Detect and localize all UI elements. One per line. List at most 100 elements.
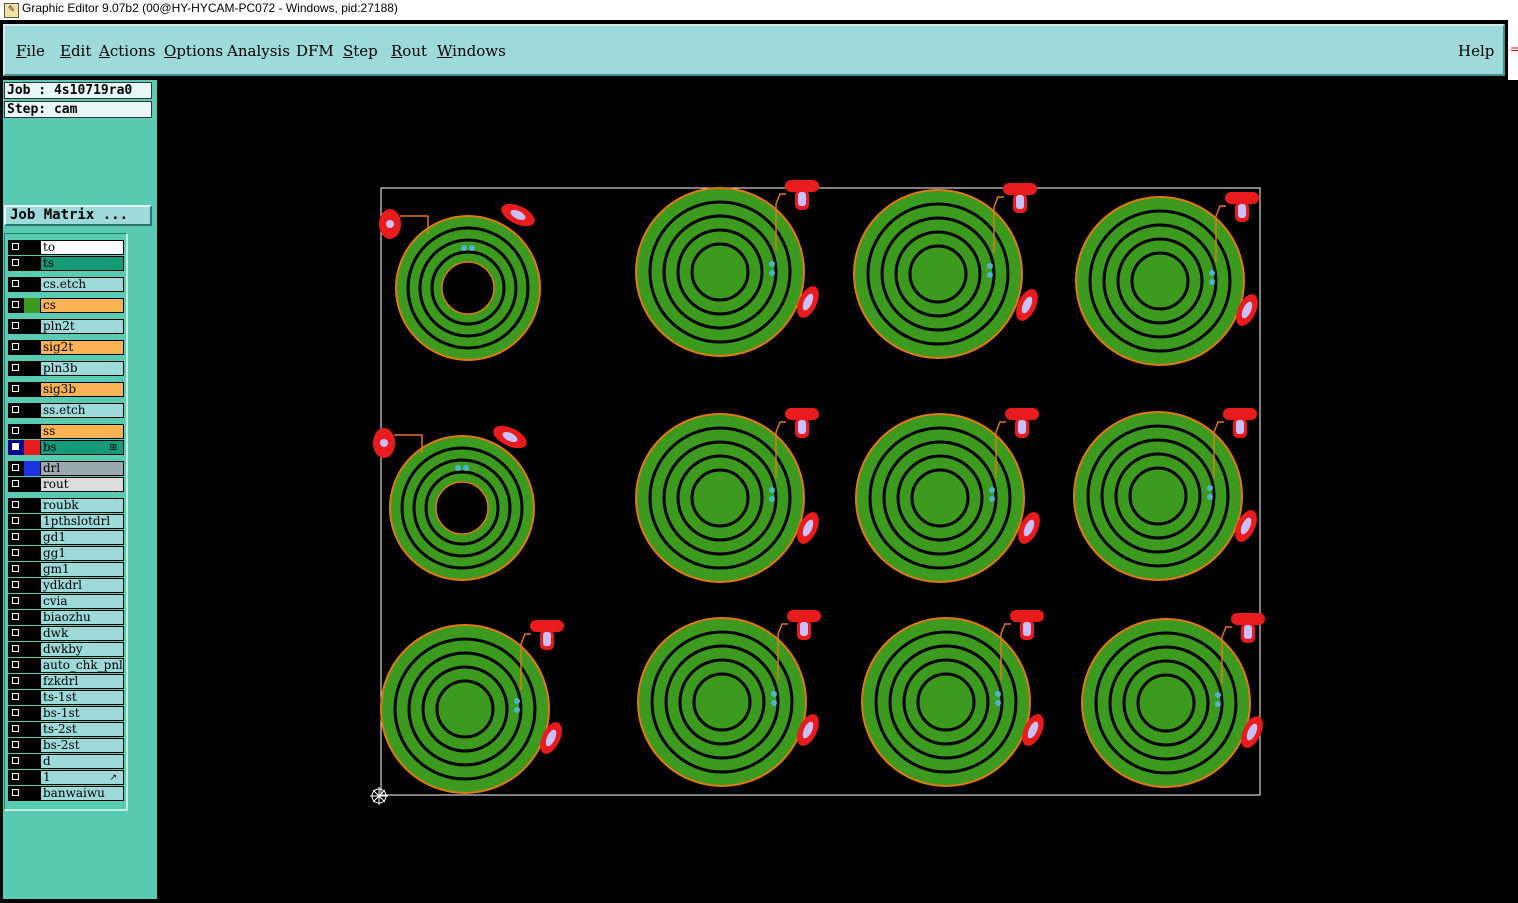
layer-checkbox[interactable] bbox=[8, 626, 24, 641]
layer-checkbox[interactable] bbox=[8, 690, 24, 705]
layer-row-roubk[interactable]: roubk bbox=[8, 498, 128, 513]
layer-checkbox[interactable] bbox=[8, 298, 24, 313]
layer-checkbox[interactable] bbox=[8, 754, 24, 769]
menu-windows[interactable]: Windows bbox=[437, 42, 506, 60]
layer-color-swatch[interactable] bbox=[24, 770, 40, 785]
layer-name[interactable]: bs ⊞ bbox=[40, 440, 124, 455]
layer-row-banwaiwu[interactable]: banwaiwu bbox=[8, 786, 128, 801]
layer-row-d[interactable]: d bbox=[8, 754, 128, 769]
layer-color-swatch[interactable] bbox=[24, 786, 40, 801]
layer-color-swatch[interactable] bbox=[24, 424, 40, 439]
menu-file[interactable]: File bbox=[16, 42, 45, 60]
layer-name[interactable]: gg1 bbox=[40, 546, 124, 561]
layer-row-pln3b[interactable]: pln3b bbox=[8, 361, 128, 376]
layer-checkbox[interactable] bbox=[8, 786, 24, 801]
layer-color-swatch[interactable] bbox=[24, 626, 40, 641]
menu-analysis[interactable]: Analysis bbox=[227, 42, 290, 60]
layer-name[interactable]: gd1 bbox=[40, 530, 124, 545]
job-matrix-button[interactable]: Job Matrix ... bbox=[4, 205, 152, 226]
layer-row-cs[interactable]: cs bbox=[8, 298, 128, 313]
layer-name[interactable]: ydkdrl bbox=[40, 578, 124, 593]
layer-name[interactable]: banwaiwu bbox=[40, 786, 124, 801]
menu-rout[interactable]: Rout bbox=[391, 42, 427, 60]
layer-color-swatch[interactable] bbox=[24, 277, 40, 292]
layer-color-swatch[interactable] bbox=[24, 440, 40, 455]
layer-name[interactable]: ss bbox=[40, 424, 124, 439]
layer-row-ts-1st[interactable]: ts-1st bbox=[8, 690, 128, 705]
layer-color-swatch[interactable] bbox=[24, 674, 40, 689]
layer-checkbox[interactable] bbox=[8, 578, 24, 593]
layer-color-swatch[interactable] bbox=[24, 340, 40, 355]
layer-name[interactable]: sig2t bbox=[40, 340, 124, 355]
layer-name[interactable]: pln2t bbox=[40, 319, 124, 334]
layer-row-ss[interactable]: ss bbox=[8, 424, 128, 439]
layer-row-bs-1st[interactable]: bs-1st bbox=[8, 706, 128, 721]
layer-name[interactable]: dwkby bbox=[40, 642, 124, 657]
layer-color-swatch[interactable] bbox=[24, 361, 40, 376]
layer-checkbox[interactable] bbox=[8, 319, 24, 334]
layer-color-swatch[interactable] bbox=[24, 738, 40, 753]
layer-checkbox[interactable] bbox=[8, 610, 24, 625]
layer-checkbox[interactable] bbox=[8, 642, 24, 657]
menu-actions[interactable]: Actions bbox=[99, 42, 155, 60]
layer-name[interactable]: rout bbox=[40, 477, 124, 492]
layer-checkbox[interactable] bbox=[8, 440, 24, 455]
layer-checkbox[interactable] bbox=[8, 424, 24, 439]
layer-name[interactable]: roubk bbox=[40, 498, 124, 513]
layer-row-pln2t[interactable]: pln2t bbox=[8, 319, 128, 334]
layer-checkbox[interactable] bbox=[8, 546, 24, 561]
layer-name[interactable]: to bbox=[40, 240, 124, 255]
menu-edit[interactable]: Edit bbox=[60, 42, 91, 60]
layer-checkbox[interactable] bbox=[8, 477, 24, 492]
board-view[interactable] bbox=[157, 80, 1518, 899]
layer-color-swatch[interactable] bbox=[24, 546, 40, 561]
layer-color-swatch[interactable] bbox=[24, 530, 40, 545]
layer-color-swatch[interactable] bbox=[24, 498, 40, 513]
layer-checkbox[interactable] bbox=[8, 530, 24, 545]
layer-name[interactable]: ts bbox=[40, 256, 124, 271]
layer-name[interactable]: biaozhu bbox=[40, 610, 124, 625]
layer-row-gm1[interactable]: gm1 bbox=[8, 562, 128, 577]
layer-color-swatch[interactable] bbox=[24, 658, 40, 673]
layer-checkbox[interactable] bbox=[8, 514, 24, 529]
layer-checkbox[interactable] bbox=[8, 461, 24, 476]
layer-color-swatch[interactable] bbox=[24, 690, 40, 705]
layer-name[interactable]: 1 ↗ bbox=[40, 770, 124, 785]
layer-checkbox[interactable] bbox=[8, 498, 24, 513]
layer-row-dwkby[interactable]: dwkby bbox=[8, 642, 128, 657]
layer-row-rout[interactable]: rout bbox=[8, 477, 128, 492]
layer-checkbox[interactable] bbox=[8, 340, 24, 355]
layer-row-gd1[interactable]: gd1 bbox=[8, 530, 128, 545]
layer-color-swatch[interactable] bbox=[24, 610, 40, 625]
layer-name[interactable]: 1pthslotdrl bbox=[40, 514, 124, 529]
layer-checkbox[interactable] bbox=[8, 403, 24, 418]
layer-name[interactable]: ts-1st bbox=[40, 690, 124, 705]
layer-color-swatch[interactable] bbox=[24, 578, 40, 593]
layer-checkbox[interactable] bbox=[8, 722, 24, 737]
layer-color-swatch[interactable] bbox=[24, 240, 40, 255]
layer-checkbox[interactable] bbox=[8, 674, 24, 689]
layer-row-ts-2st[interactable]: ts-2st bbox=[8, 722, 128, 737]
layer-name[interactable]: drl bbox=[40, 461, 124, 476]
layer-row-cvia[interactable]: cvia bbox=[8, 594, 128, 609]
layer-row-auto_chk_pnl[interactable]: auto_chk_pnl bbox=[8, 658, 128, 673]
layer-checkbox[interactable] bbox=[8, 658, 24, 673]
layer-row-ss.etch[interactable]: ss.etch bbox=[8, 403, 128, 418]
layer-name[interactable]: cs bbox=[40, 298, 124, 313]
layer-name[interactable]: ts-2st bbox=[40, 722, 124, 737]
layer-row-dwk[interactable]: dwk bbox=[8, 626, 128, 641]
layer-checkbox[interactable] bbox=[8, 770, 24, 785]
layer-row-1pthslotdrl[interactable]: 1pthslotdrl bbox=[8, 514, 128, 529]
layer-name[interactable]: pln3b bbox=[40, 361, 124, 376]
layer-checkbox[interactable] bbox=[8, 361, 24, 376]
layer-name[interactable]: dwk bbox=[40, 626, 124, 641]
layer-row-drl[interactable]: drl bbox=[8, 461, 128, 476]
layer-name[interactable]: gm1 bbox=[40, 562, 124, 577]
layer-color-swatch[interactable] bbox=[24, 754, 40, 769]
layer-row-bs-2st[interactable]: bs-2st bbox=[8, 738, 128, 753]
layer-name[interactable]: d bbox=[40, 754, 124, 769]
layer-color-swatch[interactable] bbox=[24, 642, 40, 657]
layer-color-swatch[interactable] bbox=[24, 382, 40, 397]
layer-row-cs.etch[interactable]: cs.etch bbox=[8, 277, 128, 292]
layer-color-swatch[interactable] bbox=[24, 562, 40, 577]
